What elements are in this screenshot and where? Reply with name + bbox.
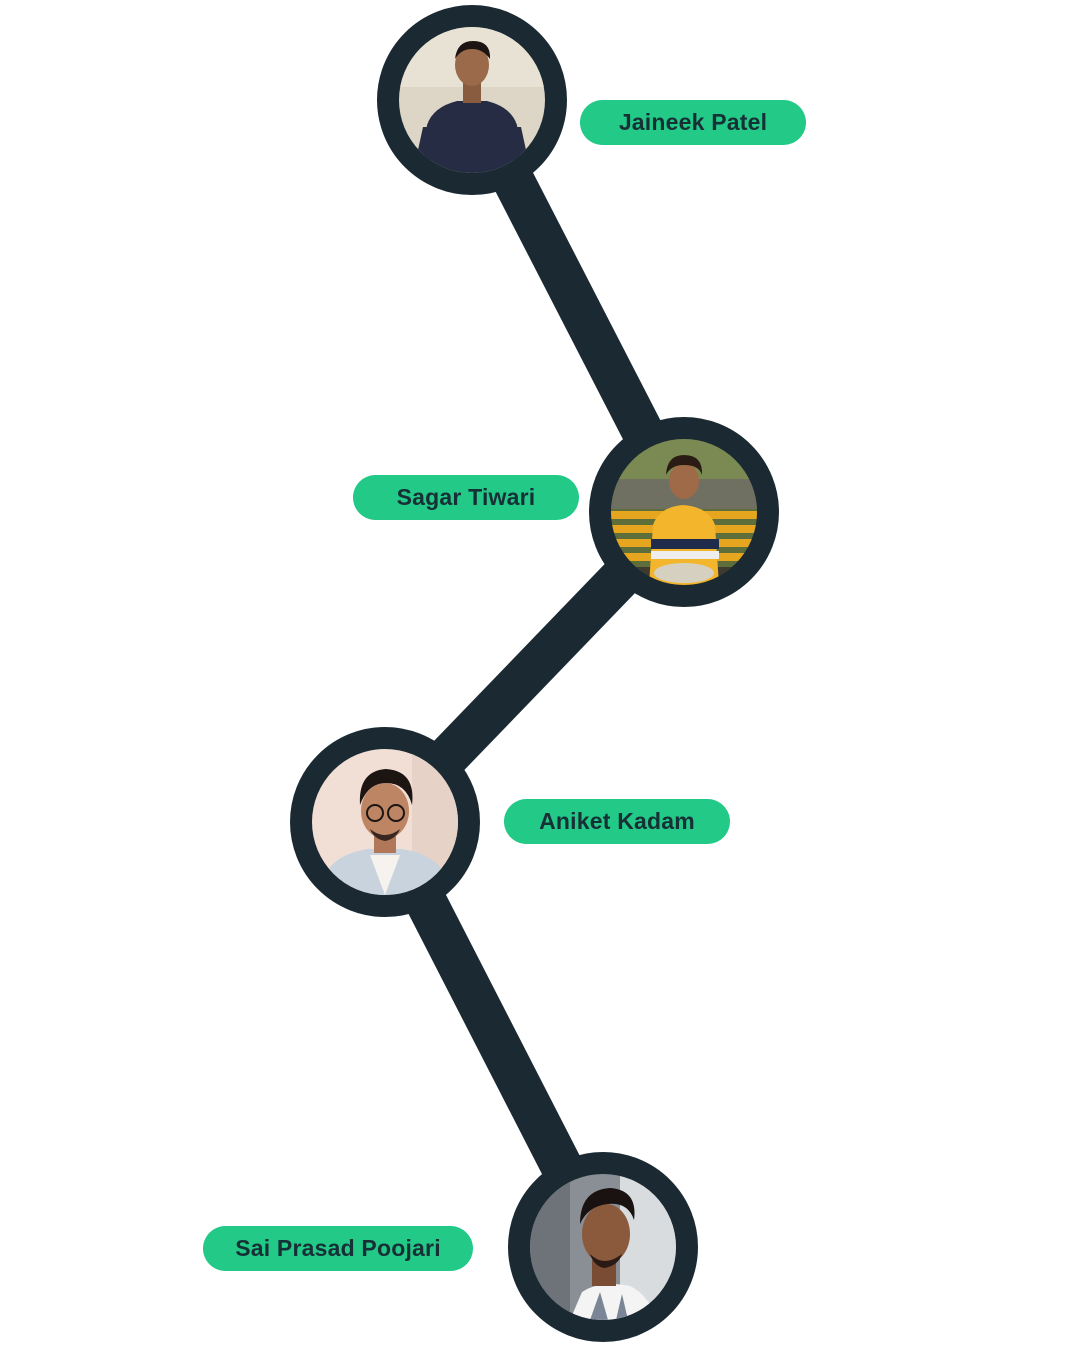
member-name-label: Aniket Kadam: [504, 799, 730, 844]
team-timeline: Jaineek Patel Sagar Tiwari Aniket Kadam …: [0, 0, 1080, 1350]
person-photo: [312, 749, 458, 895]
person-photo: [530, 1174, 676, 1320]
member-name-label: Jaineek Patel: [580, 100, 806, 145]
member-avatar-4: [508, 1152, 698, 1342]
member-name-label: Sai Prasad Poojari: [203, 1226, 473, 1271]
member-avatar-3: [290, 727, 480, 917]
person-photo: [611, 439, 757, 585]
member-avatar-2: [589, 417, 779, 607]
member-name-label: Sagar Tiwari: [353, 475, 579, 520]
timeline-connector: [366, 90, 703, 1257]
member-avatar-1: [377, 5, 567, 195]
person-photo: [399, 27, 545, 173]
